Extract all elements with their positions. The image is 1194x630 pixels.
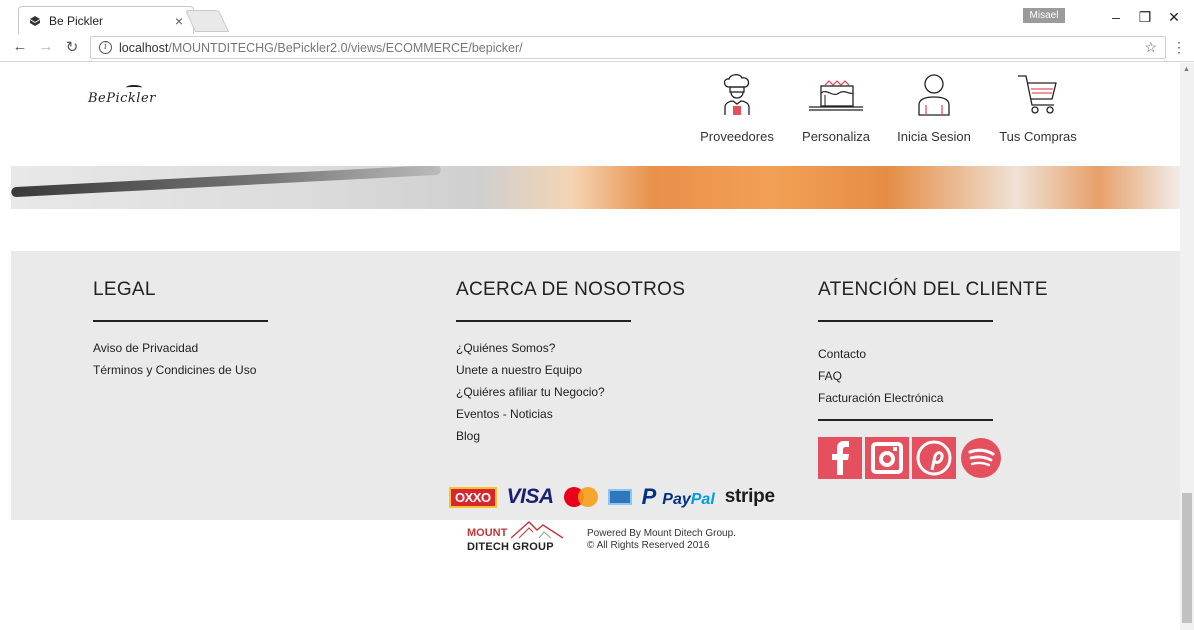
link-aviso-privacidad[interactable]: Aviso de Privacidad — [93, 337, 268, 359]
link-facturacion[interactable]: Facturación Electrónica — [818, 387, 1048, 409]
logo-swoosh-icon — [126, 85, 142, 90]
nav-inicia-sesion[interactable]: Inicia Sesion — [894, 73, 974, 144]
chef-icon — [723, 74, 750, 115]
mount-ditech-logo: MOUNT DITECH GROUP — [467, 520, 587, 560]
logo-line-2: DITECH GROUP — [467, 541, 554, 553]
social-links — [818, 437, 1048, 479]
close-window-button[interactable]: ✕ — [1164, 9, 1184, 26]
footer-support: ATENCIÓN DEL CLIENTE Contacto FAQ Factur… — [818, 279, 1048, 479]
instagram-icon[interactable] — [865, 437, 909, 479]
link-quienes-somos[interactable]: ¿Quiénes Somos? — [456, 337, 685, 359]
tab-strip: Be Pickler × Misael – ❐ ✕ — [0, 0, 1194, 34]
back-arrow-icon[interactable]: ← — [11, 38, 29, 55]
stripe-logo: stripe — [724, 486, 775, 507]
reload-icon[interactable]: ↻ — [63, 38, 81, 56]
restore-button[interactable]: ❐ — [1135, 9, 1155, 26]
pinterest-icon[interactable] — [912, 437, 956, 479]
url-host: localhost — [119, 40, 169, 55]
bookmark-star-icon[interactable]: ☆ — [1144, 39, 1157, 56]
scroll-up-arrow-icon[interactable]: ▲ — [1183, 66, 1190, 73]
oxxo-logo: OXXO — [449, 486, 497, 508]
link-blog[interactable]: Blog — [456, 425, 685, 447]
browser-tab[interactable]: Be Pickler × — [18, 6, 194, 34]
page-viewport: BePickler Proveedores Personaliza Inicia… — [0, 63, 1180, 630]
forward-arrow-icon[interactable]: → — [37, 38, 55, 55]
footer-legal-title: LEGAL — [93, 279, 156, 300]
footer-support-title: ATENCIÓN DEL CLIENTE — [818, 279, 1048, 300]
nav-label: Proveedores — [700, 129, 774, 144]
visa-logo: VISA — [506, 485, 555, 508]
nav-label: Personaliza — [802, 129, 870, 144]
banner-image — [11, 166, 1180, 209]
amex-icon — [607, 489, 632, 505]
link-terminos[interactable]: Términos y Condicines de Uso — [93, 359, 268, 381]
divider — [93, 320, 268, 322]
spotify-icon[interactable] — [959, 437, 1003, 479]
footer-about-title: ACERCA DE NOSOTROS — [456, 279, 686, 300]
link-unete[interactable]: Unete a nuestro Equipo — [456, 359, 685, 381]
minimize-button[interactable]: – — [1106, 9, 1126, 25]
tab-title: Be Pickler — [49, 13, 104, 28]
scroll-thumb[interactable] — [1182, 493, 1192, 623]
copyright-text: Powered By Mount Ditech Group. © All Rig… — [587, 528, 736, 552]
footer-about: ACERCA DE NOSOTROS ¿Quiénes Somos? Unete… — [456, 279, 685, 447]
nav-personaliza[interactable]: Personaliza — [797, 73, 875, 144]
page-scrollbar[interactable]: ▲ — [1180, 63, 1194, 630]
nav-proveedores[interactable]: Proveedores — [697, 73, 777, 144]
menu-kebab-icon[interactable]: ⋮ — [1172, 39, 1186, 56]
payment-methods: OXXO VISA P PayPal stripe — [449, 484, 775, 510]
link-eventos[interactable]: Eventos - Noticias — [456, 403, 685, 425]
url-path: /MOUNTDITECHG/BePickler2.0/views/ECOMMER… — [168, 40, 523, 55]
divider — [456, 320, 631, 322]
facebook-icon[interactable] — [818, 437, 862, 479]
site-footer: LEGAL Aviso de Privacidad Términos y Con… — [11, 251, 1180, 520]
mastercard-icon — [563, 487, 598, 507]
tab-close-icon[interactable]: × — [175, 13, 183, 29]
user-icon — [918, 74, 950, 116]
footer-legal: LEGAL Aviso de Privacidad Términos y Con… — [93, 279, 268, 381]
cart-icon — [1018, 75, 1057, 114]
nav-label: Tus Compras — [999, 129, 1077, 144]
powered-by: Powered By Mount Ditech Group. — [587, 528, 736, 539]
nav-tus-compras[interactable]: Tus Compras — [994, 73, 1082, 144]
paypal-logo: P PayPal — [641, 484, 715, 509]
link-faq[interactable]: FAQ — [818, 365, 1048, 387]
link-afiliar[interactable]: ¿Quiéres afiliar tu Negocio? — [456, 381, 685, 403]
paypal-p-icon: P — [641, 484, 657, 509]
site-logo[interactable]: BePickler — [88, 91, 156, 106]
link-contacto[interactable]: Contacto — [818, 343, 1048, 365]
cake-icon — [809, 80, 863, 111]
divider — [818, 419, 993, 421]
rights-reserved: © All Rights Reserved 2016 — [587, 540, 710, 551]
banner-utensil — [11, 166, 441, 198]
mountain-icon — [511, 521, 564, 539]
divider — [818, 320, 993, 322]
info-icon[interactable]: i — [99, 41, 112, 54]
nav-label: Inicia Sesion — [897, 129, 971, 144]
favicon-icon — [30, 15, 40, 26]
profile-badge[interactable]: Misael — [1023, 8, 1065, 23]
browser-toolbar: ← → ↻ i localhost/MOUNTDITECHG/BePickler… — [0, 34, 1194, 62]
address-bar[interactable]: i localhost/MOUNTDITECHG/BePickler2.0/vi… — [90, 36, 1166, 59]
logo-line-1: MOUNT — [467, 527, 508, 539]
